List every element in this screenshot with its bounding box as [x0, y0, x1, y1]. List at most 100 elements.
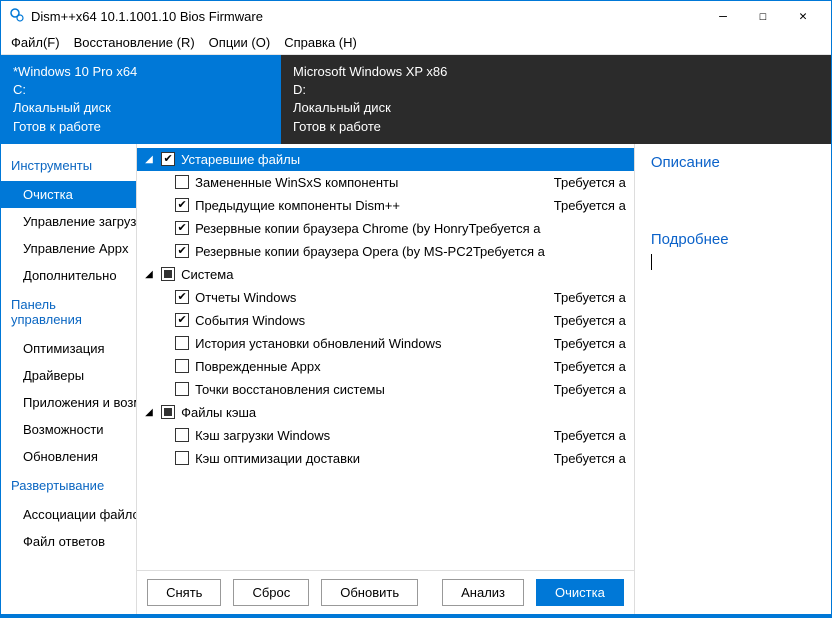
- info-pane: Описание Подробнее: [635, 144, 831, 614]
- description-heading: Описание: [651, 154, 815, 171]
- tree-item[interactable]: Поврежденные Appx Требуется а: [137, 355, 634, 378]
- menubar: Файл(F) Восстановление (R) Опции (O) Спр…: [1, 31, 831, 55]
- os-inactive[interactable]: Microsoft Windows XP x86 D: Локальный ди…: [281, 55, 561, 144]
- tree-group[interactable]: ◢ Файлы кэша: [137, 401, 634, 424]
- item-label: Поврежденные Appx: [195, 359, 548, 374]
- item-label: Кэш оптимизации доставки: [195, 451, 548, 466]
- checkbox[interactable]: [175, 428, 189, 442]
- checkbox[interactable]: [175, 451, 189, 465]
- checkbox[interactable]: [161, 267, 175, 281]
- os-type: Локальный диск: [293, 99, 549, 117]
- os-selector: *Windows 10 Pro x64 C: Локальный диск Го…: [1, 55, 831, 144]
- item-label: Предыдущие компоненты Dism++: [195, 198, 548, 213]
- sidebar-item[interactable]: Управление загрузкой: [1, 208, 136, 235]
- minimize-button[interactable]: —: [703, 1, 743, 31]
- tree-item[interactable]: Предыдущие компоненты Dism++ Требуется а: [137, 194, 634, 217]
- checkbox[interactable]: [161, 152, 175, 166]
- sidebar-item[interactable]: Управление Appx: [1, 235, 136, 262]
- sidebar-item[interactable]: Возможности: [1, 416, 136, 443]
- tree-item[interactable]: Точки восстановления системыТребуется а: [137, 378, 634, 401]
- tree-item[interactable]: История установки обновлений Windows Треб…: [137, 332, 634, 355]
- tree-item[interactable]: Кэш оптимизации доставки Требуется а: [137, 447, 634, 470]
- item-status: Требуется а: [554, 313, 626, 328]
- menu-options[interactable]: Опции (O): [209, 35, 271, 50]
- os-type: Локальный диск: [13, 99, 269, 117]
- sidebar-item[interactable]: Приложения и возможнос: [1, 389, 136, 416]
- os-drive: C:: [13, 81, 269, 99]
- os-name: *Windows 10 Pro x64: [13, 63, 269, 81]
- sidebar-section-header: Панель управления: [1, 289, 136, 335]
- sidebar-item[interactable]: Дополнительно: [1, 262, 136, 289]
- item-status: Требуется а: [554, 336, 626, 351]
- menu-recovery[interactable]: Восстановление (R): [74, 35, 195, 50]
- sidebar-item[interactable]: Обновления: [1, 443, 136, 470]
- os-name: Microsoft Windows XP x86: [293, 63, 549, 81]
- os-state: Готов к работе: [13, 118, 269, 136]
- close-button[interactable]: ✕: [783, 1, 823, 31]
- item-label: Резервные копии браузера Opera (by MS-PC…: [195, 244, 620, 259]
- item-label: Кэш загрузки Windows: [195, 428, 548, 443]
- checkbox[interactable]: [161, 405, 175, 419]
- item-status: Требуется а: [554, 451, 626, 466]
- menu-file[interactable]: Файл(F): [11, 35, 60, 50]
- sidebar-item[interactable]: Ассоциации файлов: [1, 501, 136, 528]
- cleanup-tree: ◢ Устаревшие файлы Замененные WinSxS компо…: [137, 144, 634, 570]
- item-label: История установки обновлений Windows: [195, 336, 548, 351]
- maximize-button[interactable]: ☐: [743, 1, 783, 31]
- checkbox[interactable]: [175, 244, 189, 258]
- os-filler: [561, 55, 831, 144]
- item-status: Требуется а: [554, 198, 626, 213]
- checkbox[interactable]: [175, 359, 189, 373]
- item-label: Резервные копии браузера Chrome (by Honr…: [195, 221, 620, 236]
- item-status: Требуется а: [554, 175, 626, 190]
- item-label: Замененные WinSxS компоненты: [195, 175, 548, 190]
- sidebar-item[interactable]: Оптимизация: [1, 335, 136, 362]
- analyze-button[interactable]: Анализ: [442, 579, 524, 606]
- titlebar: Dism++x64 10.1.1001.10 Bios Firmware — ☐…: [1, 1, 831, 31]
- tree-group[interactable]: ◢Система: [137, 263, 634, 286]
- os-state: Готов к работе: [293, 118, 549, 136]
- bottom-accent: [1, 614, 831, 618]
- tree-item[interactable]: Кэш загрузки Windows Требуется а: [137, 424, 634, 447]
- expand-icon[interactable]: ◢: [145, 154, 155, 165]
- sidebar-section-header: Развертывание: [1, 470, 136, 501]
- menu-help[interactable]: Справка (H): [284, 35, 357, 50]
- tree-item[interactable]: Отчеты WindowsТребуется а: [137, 286, 634, 309]
- sidebar-item[interactable]: Файл ответов: [1, 528, 136, 555]
- os-drive: D:: [293, 81, 549, 99]
- checkbox[interactable]: [175, 175, 189, 189]
- sidebar-item[interactable]: Драйверы: [1, 362, 136, 389]
- checkbox[interactable]: [175, 336, 189, 350]
- window-title: Dism++x64 10.1.1001.10 Bios Firmware: [31, 9, 703, 24]
- uncheck-button[interactable]: Снять: [147, 579, 221, 606]
- button-bar: Снять Сброс Обновить Анализ Очистка: [137, 570, 634, 614]
- checkbox[interactable]: [175, 198, 189, 212]
- sidebar-item[interactable]: Очистка: [1, 181, 136, 208]
- item-status: Требуется а: [554, 359, 626, 374]
- checkbox[interactable]: [175, 313, 189, 327]
- item-label: Точки восстановления системы: [195, 382, 548, 397]
- expand-icon[interactable]: ◢: [145, 269, 155, 280]
- expand-icon[interactable]: ◢: [145, 407, 155, 418]
- os-active[interactable]: *Windows 10 Pro x64 C: Локальный диск Го…: [1, 55, 281, 144]
- tree-item[interactable]: Резервные копии браузера Opera (by MS-PC…: [137, 240, 634, 263]
- checkbox[interactable]: [175, 290, 189, 304]
- app-icon: [9, 7, 25, 26]
- group-label: Файлы кэша: [181, 405, 256, 420]
- clean-button[interactable]: Очистка: [536, 579, 624, 606]
- reset-button[interactable]: Сброс: [233, 579, 309, 606]
- item-status: Требуется а: [554, 428, 626, 443]
- refresh-button[interactable]: Обновить: [321, 579, 418, 606]
- item-status: Требуется а: [554, 290, 626, 305]
- details-heading: Подробнее: [651, 231, 815, 248]
- tree-group[interactable]: ◢ Устаревшие файлы: [137, 148, 634, 171]
- tree-item[interactable]: Резервные копии браузера Chrome (by Honr…: [137, 217, 634, 240]
- text-cursor: [651, 254, 652, 270]
- sidebar: ИнструментыОчисткаУправление загрузкойУп…: [1, 144, 137, 614]
- tree-item[interactable]: Замененные WinSxS компоненты Требуется а: [137, 171, 634, 194]
- sidebar-section-header: Инструменты: [1, 150, 136, 181]
- checkbox[interactable]: [175, 221, 189, 235]
- group-label: Устаревшие файлы: [181, 152, 300, 167]
- checkbox[interactable]: [175, 382, 189, 396]
- tree-item[interactable]: События WindowsТребуется а: [137, 309, 634, 332]
